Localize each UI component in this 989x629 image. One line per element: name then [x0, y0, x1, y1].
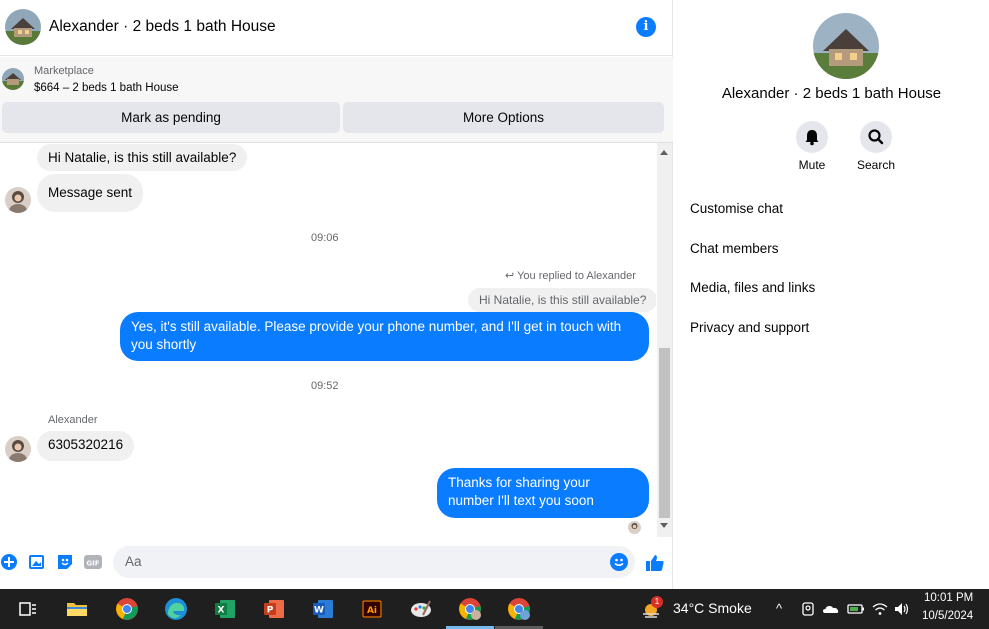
windows-taskbar: X P W Ai 1 34°C Smoke ^ 10:01 PM 10/5/20… [0, 589, 989, 629]
like-icon[interactable] [645, 553, 665, 573]
chrome-icon[interactable] [115, 597, 139, 621]
volume-icon[interactable] [893, 600, 911, 618]
edge-icon[interactable] [164, 597, 188, 621]
reply-icon: ↩ [505, 270, 515, 282]
excel-icon[interactable]: X [213, 597, 237, 621]
message-bubble-outgoing: Thanks for sharing your number I'll text… [437, 468, 649, 518]
file-explorer-icon[interactable] [65, 597, 89, 621]
contact-profile-photo[interactable] [813, 13, 879, 79]
svg-text:X: X [218, 606, 225, 616]
gif-icon[interactable]: GIF [84, 553, 102, 571]
sender-avatar[interactable] [5, 436, 31, 462]
mute-button[interactable] [796, 121, 828, 153]
contact-name: Alexander · 2 beds 1 bath House [721, 85, 942, 102]
media-files-links-item[interactable]: Media, files and links [690, 280, 815, 295]
clock-date[interactable]: 10/5/2024 [922, 610, 973, 622]
search-button[interactable] [860, 121, 892, 153]
weather-text[interactable]: 34°C Smoke [673, 600, 752, 616]
chrome-profile-2-icon[interactable] [507, 597, 531, 621]
wifi-icon[interactable] [871, 600, 889, 618]
scroll-thumb[interactable] [659, 348, 670, 518]
sticker-icon[interactable] [56, 553, 74, 571]
word-icon[interactable]: W [311, 597, 335, 621]
timestamp: 09:52 [311, 380, 339, 392]
chrome-profile-icon[interactable] [458, 597, 482, 621]
privacy-support-item[interactable]: Privacy and support [690, 320, 809, 335]
chat-header: Alexander · 2 beds 1 bath House i [0, 0, 673, 56]
marketplace-label: Marketplace [34, 65, 94, 77]
svg-text:W: W [314, 606, 324, 616]
info-icon[interactable]: i [636, 17, 656, 37]
message-list[interactable]: Hi Natalie, is this still available? Mes… [0, 143, 656, 537]
task-view-icon[interactable] [16, 597, 40, 621]
paint-icon[interactable] [409, 597, 433, 621]
chat-title[interactable]: Alexander · 2 beds 1 bath House [49, 18, 276, 36]
plus-icon[interactable] [0, 553, 18, 571]
sender-name: Alexander [48, 414, 98, 426]
message-bubble-incoming: Hi Natalie, is this still available? [37, 144, 248, 171]
customise-chat-item[interactable]: Customise chat [690, 201, 783, 216]
scroll-down-arrow-icon[interactable] [660, 523, 668, 528]
svg-text:GIF: GIF [86, 560, 99, 568]
chat-scrollbar[interactable] [657, 143, 672, 537]
listing-actions: Mark as pending More Options [0, 99, 673, 143]
message-composer: GIF Aa [0, 541, 673, 585]
reply-note-text: You replied to Alexander [517, 270, 636, 282]
seen-avatar [628, 521, 641, 534]
camera-icon[interactable] [799, 600, 817, 618]
scroll-up-arrow-icon[interactable] [660, 150, 668, 155]
emoji-icon[interactable] [610, 553, 628, 571]
svg-text:P: P [267, 606, 274, 616]
contact-avatar[interactable] [5, 9, 41, 45]
sender-avatar[interactable] [5, 187, 31, 213]
battery-icon[interactable] [847, 600, 865, 618]
listing-thumbnail [2, 68, 24, 90]
message-input[interactable]: Aa [113, 546, 635, 578]
mark-pending-button[interactable]: Mark as pending [2, 102, 340, 133]
svg-text:Ai: Ai [367, 606, 377, 616]
illustrator-icon[interactable]: Ai [360, 597, 384, 621]
powerpoint-icon[interactable]: P [262, 597, 286, 621]
more-options-button[interactable]: More Options [343, 102, 664, 133]
onedrive-icon[interactable] [822, 600, 840, 618]
mute-label: Mute [798, 158, 826, 172]
marketplace-banner[interactable]: Marketplace $664 – 2 beds 1 bath House [0, 57, 673, 99]
search-icon [868, 129, 884, 145]
chat-info-panel: Alexander · 2 beds 1 bath House Mute Sea… [674, 0, 989, 589]
message-input-placeholder: Aa [125, 554, 142, 569]
message-bubble-incoming: 6305320216 [37, 431, 135, 461]
listing-title: $664 – 2 beds 1 bath House [34, 82, 179, 94]
message-bubble-outgoing: Yes, it's still available. Please provid… [120, 312, 649, 361]
photo-icon[interactable] [28, 553, 46, 571]
conversation-pane: Alexander · 2 beds 1 bath House i Market… [0, 0, 673, 589]
clock-time[interactable]: 10:01 PM [924, 592, 973, 604]
message-bubble-incoming: Message sent [37, 174, 144, 212]
reply-indicator: ↩ You replied to Alexander [505, 269, 636, 282]
search-label: Search [856, 158, 896, 172]
timestamp: 09:06 [311, 232, 339, 244]
messenger-window: Alexander · 2 beds 1 bath House i Market… [0, 0, 989, 589]
chat-members-item[interactable]: Chat members [690, 241, 779, 256]
chevron-up-icon[interactable]: ^ [776, 601, 782, 616]
bell-icon [805, 130, 819, 146]
reply-quote[interactable]: Hi Natalie, is this still available? [468, 288, 656, 312]
weather-alert-badge: 1 [651, 596, 663, 608]
